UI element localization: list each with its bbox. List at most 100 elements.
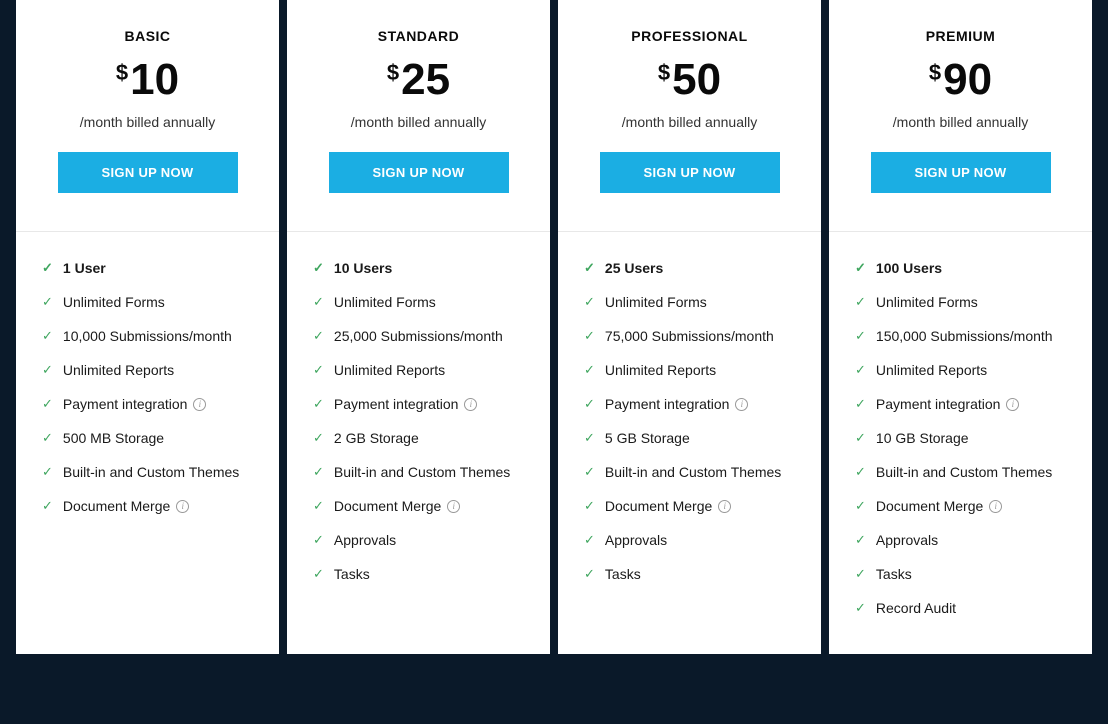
check-icon: ✓ — [42, 294, 53, 310]
feature-item: ✓Approvals — [855, 532, 1070, 548]
check-icon: ✓ — [313, 498, 324, 514]
plan-name: BASIC — [34, 28, 261, 44]
currency-symbol: $ — [116, 62, 128, 84]
feature-item: ✓Unlimited Forms — [855, 294, 1070, 310]
plan-header: BASIC $10/month billed annually SIGN UP NO… — [16, 0, 279, 232]
feature-text: 150,000 Submissions/month — [876, 328, 1053, 344]
feature-item: ✓Tasks — [584, 566, 799, 582]
plan-features: ✓1 User✓Unlimited Forms✓10,000 Submissio… — [16, 232, 279, 552]
price-amount: 10 — [130, 58, 179, 102]
check-icon: ✓ — [42, 464, 53, 480]
feature-text: Payment integration — [876, 396, 1001, 412]
feature-text: Document Merge — [605, 498, 712, 514]
check-icon: ✓ — [855, 396, 866, 412]
signup-button[interactable]: SIGN UP NOW — [871, 152, 1051, 193]
price-amount: 90 — [943, 58, 992, 102]
currency-symbol: $ — [387, 62, 399, 84]
check-icon: ✓ — [855, 566, 866, 582]
feature-text: Document Merge — [876, 498, 983, 514]
info-icon[interactable]: i — [735, 398, 748, 411]
feature-text: Unlimited Forms — [605, 294, 707, 310]
plan-features: ✓ 10 Users ✓Unlimited Forms ✓ 25,000 Submiss… — [287, 232, 550, 620]
plan-card-basic: BASIC $10/month billed annually SIGN UP NO… — [16, 0, 279, 654]
feature-item: ✓Unlimited Forms — [313, 294, 528, 310]
plan-card-premium: PREMIUM$90/month billed annuallySIGN UP … — [829, 0, 1092, 654]
feature-text: Built-in and Custom Themes — [334, 464, 510, 480]
billing-cycle: /month billed annually — [305, 114, 532, 130]
currency-symbol: $ — [658, 62, 670, 84]
check-icon: ✓ — [313, 260, 324, 276]
feature-text: Unlimited Reports — [63, 362, 174, 378]
currency-symbol: $ — [929, 62, 941, 84]
feature-item: ✓Payment integrationi — [313, 396, 528, 412]
feature-item: ✓ Payment integration i — [855, 396, 1070, 412]
info-icon[interactable]: i — [176, 500, 189, 513]
plan-name: PREMIUM — [847, 28, 1074, 44]
check-icon: ✓ — [584, 260, 595, 276]
signup-button[interactable]: SIGN UP NOW — [600, 152, 780, 193]
feature-text: Record Audit — [876, 600, 956, 616]
info-icon[interactable]: i — [447, 500, 460, 513]
feature-text: Unlimited Reports — [605, 362, 716, 378]
check-icon: ✓ — [313, 328, 324, 344]
feature-item: ✓Approvals — [584, 532, 799, 548]
plan-header: STANDARD$25/month billed annuallySIGN UP… — [287, 0, 550, 232]
feature-item: ✓25 Users — [584, 260, 799, 276]
check-icon: ✓ — [313, 566, 324, 582]
feature-item: ✓150,000 Submissions/month — [855, 328, 1070, 344]
plan-price: $50 — [576, 58, 803, 102]
feature-item: ✓ 25,000 Submissions/month — [313, 328, 528, 344]
info-icon[interactable]: i — [1006, 398, 1019, 411]
feature-text: Approvals — [334, 532, 396, 548]
signup-button[interactable]: SIGN UP NOW — [58, 152, 238, 193]
check-icon: ✓ — [584, 362, 595, 378]
feature-item: ✓5 GB Storage — [584, 430, 799, 446]
feature-text: 25,000 Submissions/month — [334, 328, 503, 344]
billing-cycle: /month billed annually — [576, 114, 803, 130]
feature-text: 75,000 Submissions/month — [605, 328, 774, 344]
feature-item: ✓Tasks — [313, 566, 528, 582]
plan-price: $10 — [34, 58, 261, 102]
feature-item: ✓Unlimited Reports — [313, 362, 528, 378]
feature-item: ✓Payment integrationi — [584, 396, 799, 412]
check-icon: ✓ — [855, 532, 866, 548]
plan-header: PROFESSIONAL$50/month billed annuallySIG… — [558, 0, 821, 232]
info-icon[interactable]: i — [989, 500, 1002, 513]
info-icon[interactable]: i — [193, 398, 206, 411]
feature-item: ✓Approvals — [313, 532, 528, 548]
plan-price: $90 — [847, 58, 1074, 102]
feature-item: ✓Built-in and Custom Themes — [584, 464, 799, 480]
plan-card-standard: STANDARD$25/month billed annuallySIGN UP… — [287, 0, 550, 654]
plan-name: STANDARD — [305, 28, 532, 44]
info-icon[interactable]: i — [464, 398, 477, 411]
feature-item: ✓100 Users — [855, 260, 1070, 276]
plan-features: ✓100 Users✓Unlimited Forms✓150,000 Submi… — [829, 232, 1092, 654]
feature-item: ✓ Unlimited Reports — [584, 362, 799, 378]
plan-card-professional: PROFESSIONAL$50/month billed annuallySIG… — [558, 0, 821, 654]
check-icon: ✓ — [855, 464, 866, 480]
check-icon: ✓ — [313, 464, 324, 480]
signup-button[interactable]: SIGN UP NOW — [329, 152, 509, 193]
check-icon: ✓ — [584, 532, 595, 548]
feature-item: ✓ Built-in and Custom Themes — [313, 464, 528, 480]
plan-features: ✓25 Users✓Unlimited Forms✓75,000 Submiss… — [558, 232, 821, 620]
price-amount: 50 — [672, 58, 721, 102]
feature-item: ✓Unlimited Reports — [42, 362, 257, 378]
info-icon[interactable]: i — [718, 500, 731, 513]
feature-text: Unlimited Forms — [63, 294, 165, 310]
feature-item: ✓Tasks — [855, 566, 1070, 582]
feature-item: ✓500 MB Storage — [42, 430, 257, 446]
check-icon: ✓ — [42, 260, 53, 276]
feature-text: Payment integration — [605, 396, 730, 412]
feature-text: 5 GB Storage — [605, 430, 690, 446]
check-icon: ✓ — [855, 600, 866, 616]
check-icon: ✓ — [313, 430, 324, 446]
feature-item: ✓10,000 Submissions/month — [42, 328, 257, 344]
feature-item: ✓Payment integrationi — [42, 396, 257, 412]
check-icon: ✓ — [313, 362, 324, 378]
feature-text: Built-in and Custom Themes — [605, 464, 781, 480]
feature-text: 10 Users — [334, 260, 392, 276]
check-icon: ✓ — [855, 362, 866, 378]
billing-cycle: /month billed annually — [34, 114, 261, 130]
feature-item: ✓ 10 Users — [313, 260, 528, 276]
